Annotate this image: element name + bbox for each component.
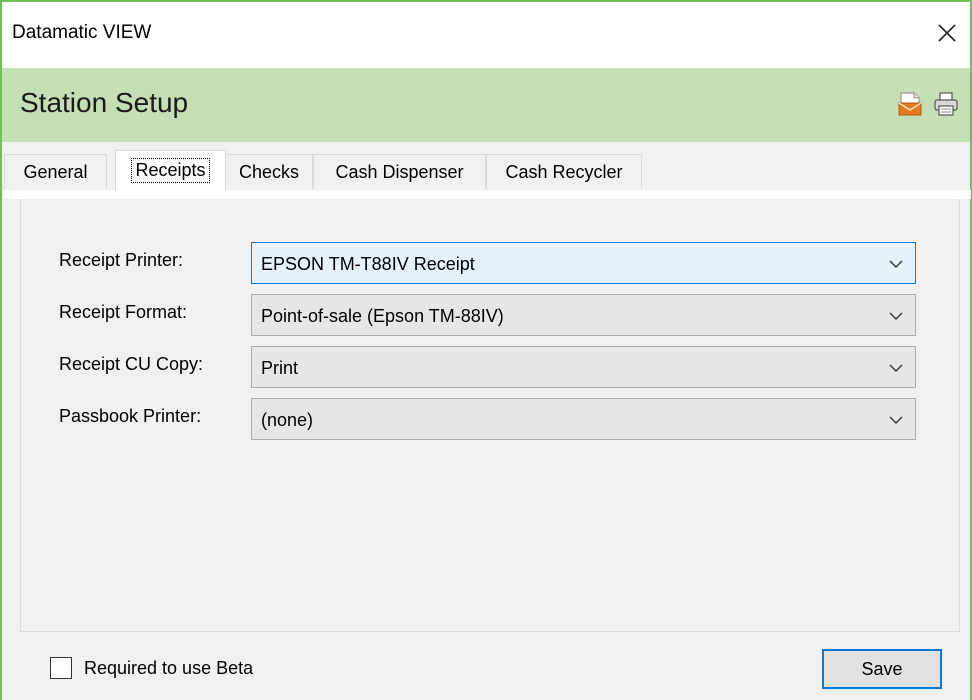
passbook-printer-row: Passbook Printer: (none) [21,398,961,442]
required-beta-checkbox[interactable] [50,657,72,679]
tab-label: Cash Recycler [505,162,623,182]
receipt-format-select[interactable]: Point-of-sale (Epson TM-88IV) [251,294,916,336]
tab-content-area: Receipt Printer: EPSON TM-T88IV Receipt … [2,189,971,642]
save-button[interactable]: Save [822,649,942,689]
title-bar: Datamatic VIEW [2,2,970,68]
select-value: Point-of-sale (Epson TM-88IV) [261,306,504,326]
email-icon [898,92,922,116]
close-icon [938,24,956,42]
window-title: Datamatic VIEW [12,22,152,43]
chevron-down-icon [887,307,905,325]
email-button[interactable] [896,90,924,118]
passbook-printer-select[interactable]: (none) [251,398,916,440]
tab-label: Cash Dispenser [335,162,464,182]
dialog-footer: Required to use Beta Save [2,642,970,700]
receipt-cu-copy-label: Receipt CU Copy: [59,354,204,374]
page-header: Station Setup [2,68,970,142]
chevron-down-icon [887,411,905,429]
receipt-format-row: Receipt Format: Point-of-sale (Epson TM-… [21,294,961,338]
chevron-down-icon [887,255,905,273]
required-beta-label: Required to use Beta [84,657,254,678]
chevron-down-icon [887,359,905,377]
receipt-format-label: Receipt Format: [59,302,188,322]
receipts-panel: Receipt Printer: EPSON TM-T88IV Receipt … [3,190,971,632]
tab-label: Checks [238,162,300,182]
passbook-printer-label: Passbook Printer: [59,406,202,426]
receipt-printer-label: Receipt Printer: [59,250,184,270]
select-value: Print [261,358,299,378]
receipt-printer-row: Receipt Printer: EPSON TM-T88IV Receipt [21,242,961,286]
tab-general[interactable]: General [4,154,107,190]
select-value: (none) [261,410,314,430]
tab-label: Receipts [131,158,210,183]
receipt-printer-select[interactable]: EPSON TM-T88IV Receipt [251,242,916,284]
page-title: Station Setup [20,87,189,118]
select-value: EPSON TM-T88IV Receipt [261,254,475,274]
tab-checks[interactable]: Checks [225,154,313,190]
tab-cash-dispenser[interactable]: Cash Dispenser [313,154,486,190]
print-button[interactable] [932,90,960,118]
receipt-cu-copy-select[interactable]: Print [251,346,916,388]
tab-label: General [23,162,88,182]
tab-bar: General Receipts Checks Cash Dispenser C… [2,142,970,191]
dialog-window: Datamatic VIEW Station Setup General Rec… [0,0,972,700]
tab-receipts[interactable]: Receipts [115,150,226,191]
tab-cash-recycler[interactable]: Cash Recycler [486,154,642,190]
required-beta-checkbox-control[interactable]: Required to use Beta [50,657,253,679]
printer-icon [934,92,958,116]
receipt-cu-copy-row: Receipt CU Copy: Print [21,346,961,390]
close-button[interactable] [930,16,964,50]
